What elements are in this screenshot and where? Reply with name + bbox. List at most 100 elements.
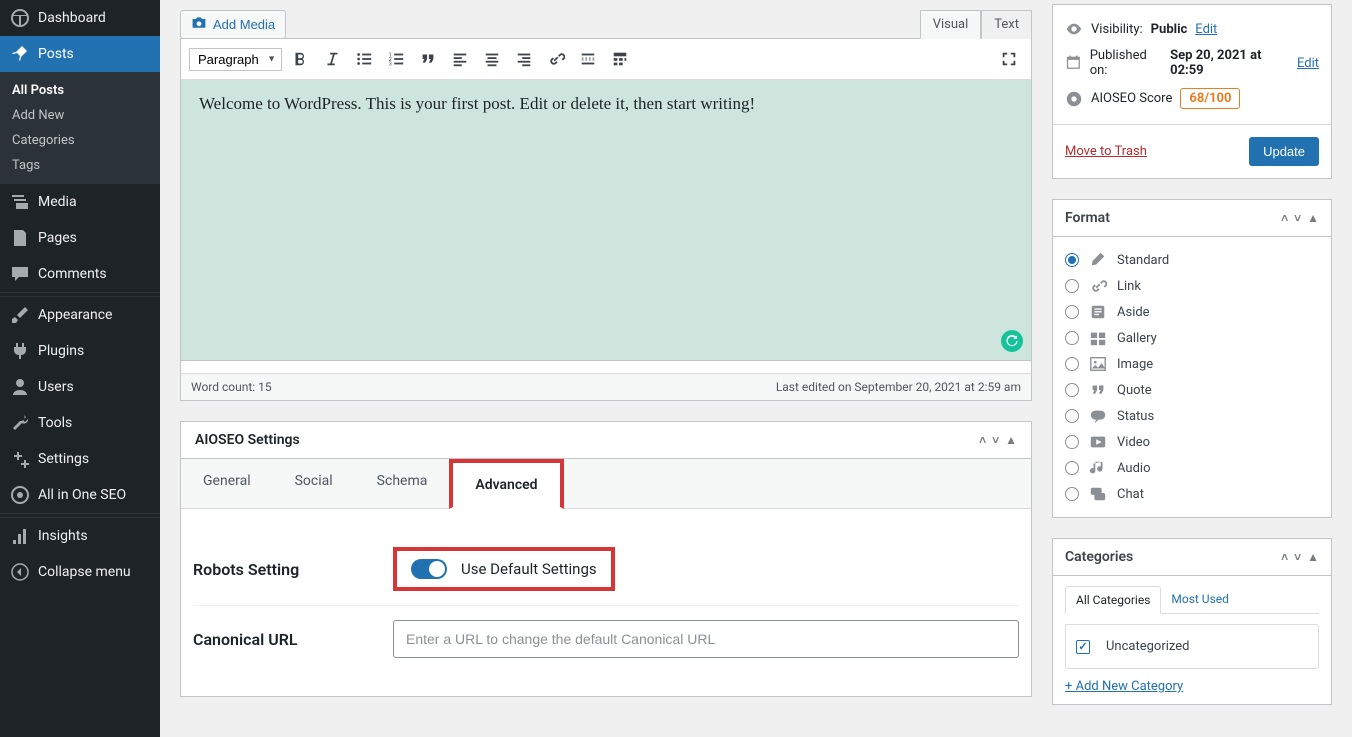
gallery-icon: [1089, 329, 1107, 347]
tab-visual[interactable]: Visual: [920, 10, 982, 39]
sidebar-item-collapse[interactable]: Collapse menu: [0, 554, 160, 590]
format-option-audio[interactable]: Audio: [1065, 455, 1319, 481]
submenu-add-new[interactable]: Add New: [0, 103, 160, 128]
format-radio[interactable]: [1065, 253, 1079, 267]
sidebar-item-pages[interactable]: Pages: [0, 220, 160, 256]
panel-up-icon[interactable]: ˄: [1281, 550, 1288, 564]
sidebar-label: All in One SEO: [38, 487, 126, 503]
submenu-all-posts[interactable]: All Posts: [0, 78, 160, 103]
canonical-input[interactable]: [393, 620, 1019, 658]
sidebar-item-appearance[interactable]: Appearance: [0, 297, 160, 333]
sidebar-item-media[interactable]: Media: [0, 184, 160, 220]
format-option-gallery[interactable]: Gallery: [1065, 325, 1319, 351]
format-radio[interactable]: [1065, 383, 1079, 397]
format-radio[interactable]: [1065, 435, 1079, 449]
calendar-icon: [1065, 54, 1082, 72]
format-option-quote[interactable]: Quote: [1065, 377, 1319, 403]
format-option-status[interactable]: Status: [1065, 403, 1319, 429]
submenu-categories[interactable]: Categories: [0, 128, 160, 153]
format-option-aside[interactable]: Aside: [1065, 299, 1319, 325]
sidebar-item-plugins[interactable]: Plugins: [0, 333, 160, 369]
image-icon: [1089, 355, 1107, 373]
format-option-chat[interactable]: Chat: [1065, 481, 1319, 507]
format-label: Aside: [1117, 305, 1150, 320]
sidebar-label: Collapse menu: [38, 564, 131, 580]
tab-text[interactable]: Text: [981, 10, 1032, 39]
sidebar-label: Settings: [38, 451, 89, 467]
robots-toggle[interactable]: [411, 559, 447, 579]
add-new-category-link[interactable]: + Add New Category: [1065, 679, 1183, 694]
format-radio[interactable]: [1065, 331, 1079, 345]
quote-icon: [1089, 381, 1107, 399]
format-radio[interactable]: [1065, 305, 1079, 319]
panel-down-icon[interactable]: ˅: [1294, 211, 1301, 225]
update-button[interactable]: Update: [1249, 137, 1319, 166]
panel-up-icon[interactable]: ˄: [979, 433, 986, 447]
submenu-tags[interactable]: Tags: [0, 153, 160, 178]
sidebar-item-insights[interactable]: Insights: [0, 518, 160, 554]
panel-up-icon[interactable]: ˄: [1281, 211, 1288, 225]
format-label: Video: [1117, 435, 1150, 450]
format-radio[interactable]: [1065, 279, 1079, 293]
align-right-button[interactable]: [510, 45, 538, 73]
format-option-video[interactable]: Video: [1065, 429, 1319, 455]
sidebar-item-users[interactable]: Users: [0, 369, 160, 405]
bullet-list-button[interactable]: [350, 45, 378, 73]
readmore-button[interactable]: [574, 45, 602, 73]
insights-icon: [10, 526, 30, 546]
format-radio[interactable]: [1065, 357, 1079, 371]
fullscreen-button[interactable]: [995, 45, 1023, 73]
collapse-icon: [10, 562, 30, 582]
align-center-button[interactable]: [478, 45, 506, 73]
sidebar-item-comments[interactable]: Comments: [0, 256, 160, 292]
align-left-button[interactable]: [446, 45, 474, 73]
category-checkbox[interactable]: [1076, 640, 1090, 654]
grammarly-icon[interactable]: [1001, 330, 1023, 352]
aioseo-tab-advanced[interactable]: Advanced: [449, 459, 563, 509]
publish-box: Visibility: Public Edit Published on: Se…: [1052, 4, 1332, 179]
category-item[interactable]: Uncategorized: [1076, 635, 1308, 658]
format-option-standard[interactable]: Standard: [1065, 247, 1319, 273]
aioseo-tab-social[interactable]: Social: [273, 459, 355, 508]
toolbar-toggle-button[interactable]: [606, 45, 634, 73]
cat-tab-most[interactable]: Most Used: [1161, 586, 1239, 613]
format-radio[interactable]: [1065, 409, 1079, 423]
sidebar-item-dashboard[interactable]: Dashboard: [0, 0, 160, 36]
format-option-image[interactable]: Image: [1065, 351, 1319, 377]
editor-tabs: Visual Text: [920, 10, 1032, 39]
add-media-button[interactable]: Add Media: [180, 10, 286, 39]
format-option-link[interactable]: Link: [1065, 273, 1319, 299]
format-select[interactable]: Paragraph: [189, 48, 282, 71]
bold-button[interactable]: [286, 45, 314, 73]
sidebar-label: Plugins: [38, 343, 84, 359]
format-radio[interactable]: [1065, 487, 1079, 501]
panel-down-icon[interactable]: ˅: [1294, 550, 1301, 564]
numbered-list-button[interactable]: 123: [382, 45, 410, 73]
aioseo-panel: AIOSEO Settings ˄ ˅ ▲ General Social Sch…: [180, 421, 1032, 697]
move-to-trash-link[interactable]: Move to Trash: [1065, 144, 1147, 159]
panel-down-icon[interactable]: ˅: [992, 433, 999, 447]
panel-toggle-icon[interactable]: ▲: [1307, 211, 1319, 225]
italic-button[interactable]: [318, 45, 346, 73]
settings-icon: [10, 449, 30, 469]
comments-icon: [10, 264, 30, 284]
editor-content[interactable]: Welcome to WordPress. This is your first…: [181, 80, 1031, 360]
aioseo-tab-schema[interactable]: Schema: [355, 459, 450, 508]
panel-toggle-icon[interactable]: ▲: [1005, 433, 1017, 447]
visibility-edit-link[interactable]: Edit: [1195, 22, 1217, 37]
sidebar-item-settings[interactable]: Settings: [0, 441, 160, 477]
blockquote-button[interactable]: [414, 45, 442, 73]
format-label: Chat: [1117, 487, 1144, 502]
published-edit-link[interactable]: Edit: [1297, 56, 1319, 71]
sidebar-item-tools[interactable]: Tools: [0, 405, 160, 441]
sidebar-item-posts[interactable]: Posts: [0, 36, 160, 72]
link-button[interactable]: [542, 45, 570, 73]
format-label: Link: [1117, 279, 1141, 294]
canonical-label: Canonical URL: [193, 630, 393, 649]
format-radio[interactable]: [1065, 461, 1079, 475]
cat-tab-all[interactable]: All Categories: [1065, 586, 1161, 614]
sidebar-item-aioseo[interactable]: All in One SEO: [0, 477, 160, 513]
aioseo-tab-general[interactable]: General: [181, 459, 273, 508]
robots-toggle-label: Use Default Settings: [461, 560, 597, 578]
panel-toggle-icon[interactable]: ▲: [1307, 550, 1319, 564]
